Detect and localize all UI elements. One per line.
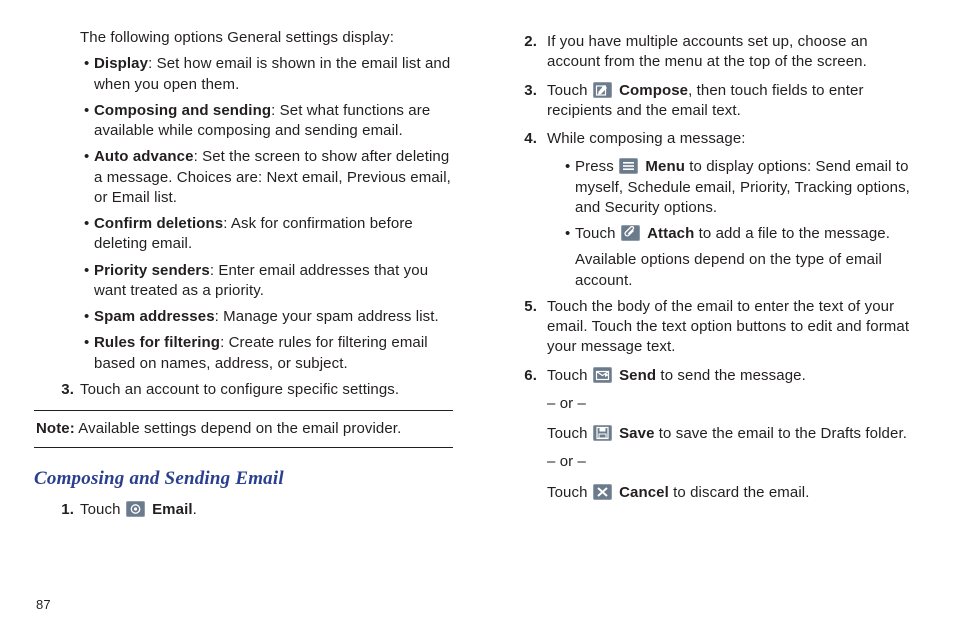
term: Display: [94, 55, 148, 72]
note-box: Note: Available settings depend on the e…: [34, 410, 453, 448]
intro-text: The following options General settings d…: [34, 28, 453, 48]
sub-bullet-attach-note: Available options depend on the type of …: [501, 250, 920, 291]
bullet-dot: •: [84, 54, 89, 74]
term: Auto advance: [94, 148, 194, 165]
cancel-icon: [593, 484, 612, 500]
step-text: If you have multiple accounts set up, ch…: [547, 33, 868, 70]
t: Touch: [547, 367, 592, 384]
step-2: 2. If you have multiple accounts set up,…: [501, 32, 920, 73]
term: Priority senders: [94, 262, 210, 279]
menu-icon: [619, 158, 638, 174]
t: Touch: [547, 484, 592, 501]
step-text-a: Touch: [80, 501, 125, 518]
term: Spam addresses: [94, 308, 215, 325]
step-text: Touch an account to configure specific s…: [80, 381, 399, 398]
sub-bullet-attach: • Touch Attach to add a file to the mess…: [501, 224, 920, 244]
t: Save: [619, 425, 654, 442]
bullet-dot: •: [84, 333, 89, 353]
step-number: 3.: [52, 380, 74, 400]
bullet-dot: •: [565, 224, 570, 244]
bullet-dot: •: [84, 147, 89, 167]
section-heading: Composing and Sending Email: [34, 466, 453, 492]
step-text: While composing a message:: [547, 130, 746, 147]
t: Compose: [619, 82, 688, 99]
step-number: 2.: [515, 32, 537, 52]
bullet-dot: •: [84, 214, 89, 234]
page-number: 87: [36, 596, 51, 614]
bullet-rules: • Rules for filtering: Create rules for …: [34, 333, 453, 374]
right-column: 2. If you have multiple accounts set up,…: [501, 28, 920, 636]
step-5: 5. Touch the body of the email to enter …: [501, 297, 920, 358]
step-6: 6. Touch Send to send the message.: [501, 366, 920, 386]
step-number: 6.: [515, 366, 537, 386]
t: to save the email to the Drafts folder.: [655, 425, 907, 442]
desc: : Manage your spam address list.: [215, 308, 439, 325]
sub-bullet-menu: • Press Menu to display options: Send em…: [501, 157, 920, 218]
bullet-spam: • Spam addresses: Manage your spam addre…: [34, 307, 453, 327]
t: Press: [575, 158, 618, 175]
bullet-dot: •: [84, 261, 89, 281]
t: Available options depend on the type of …: [575, 251, 882, 288]
bullet-dot: •: [565, 157, 570, 177]
t: to discard the email.: [669, 484, 810, 501]
send-icon: [593, 367, 612, 383]
step-4: 4. While composing a message:: [501, 129, 920, 149]
step-text-b: Email: [152, 501, 193, 518]
step-6-cancel: Touch Cancel to discard the email.: [501, 483, 920, 503]
t: to add a file to the message.: [694, 225, 890, 242]
compose-icon: [593, 82, 612, 98]
step-3: 3. Touch an account to configure specifi…: [34, 380, 453, 400]
t: Touch: [547, 82, 592, 99]
step-number: 4.: [515, 129, 537, 149]
bullet-dot: •: [84, 101, 89, 121]
left-column: The following options General settings d…: [34, 28, 453, 636]
manual-page: The following options General settings d…: [0, 0, 954, 636]
t: Send: [619, 367, 656, 384]
bullet-priority-senders: • Priority senders: Enter email addresse…: [34, 261, 453, 302]
t: Attach: [647, 225, 694, 242]
attach-icon: [621, 225, 640, 241]
t: Cancel: [619, 484, 669, 501]
term: Confirm deletions: [94, 215, 223, 232]
step-3r: 3. Touch Compose, then touch fields to e…: [501, 81, 920, 122]
bullet-dot: •: [84, 307, 89, 327]
t: Touch: [575, 225, 620, 242]
t: to send the message.: [656, 367, 806, 384]
desc: : Set how email is shown in the email li…: [94, 55, 450, 92]
step-text-c: .: [193, 501, 197, 518]
email-icon: [126, 501, 145, 517]
bullet-auto-advance: • Auto advance: Set the screen to show a…: [34, 147, 453, 208]
or-divider: – or –: [501, 394, 920, 414]
step-number: 1.: [52, 500, 74, 520]
t: Touch: [547, 425, 592, 442]
term: Composing and sending: [94, 102, 271, 119]
step-1: 1. Touch Email.: [34, 500, 453, 520]
bullet-display: • Display: Set how email is shown in the…: [34, 54, 453, 95]
note-text: Available settings depend on the email p…: [75, 420, 402, 437]
step-number: 5.: [515, 297, 537, 317]
step-6-save: Touch Save to save the email to the Draf…: [501, 424, 920, 444]
t: Menu: [645, 158, 685, 175]
term: Rules for filtering: [94, 334, 220, 351]
save-icon: [593, 425, 612, 441]
bullet-composing: • Composing and sending: Set what functi…: [34, 101, 453, 142]
step-number: 3.: [515, 81, 537, 101]
or-divider: – or –: [501, 452, 920, 472]
bullet-confirm-deletions: • Confirm deletions: Ask for confirmatio…: [34, 214, 453, 255]
note-label: Note:: [36, 420, 75, 437]
step-text: Touch the body of the email to enter the…: [547, 298, 909, 356]
